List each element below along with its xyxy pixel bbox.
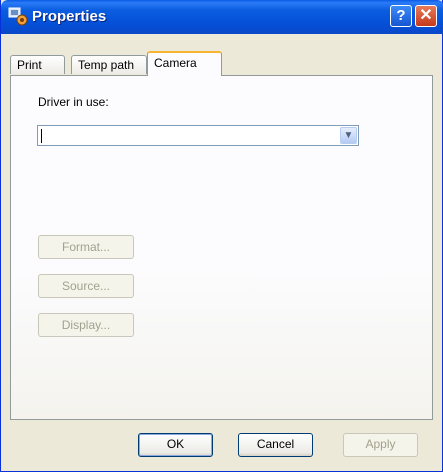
display-button[interactable]: Display... [38, 313, 134, 337]
tab-temp-path[interactable]: Temp path [71, 55, 147, 74]
chevron-down-icon[interactable]: ▼ [340, 127, 357, 144]
properties-dialog: Properties ? ✕ Print Temp path Camera Dr… [0, 0, 443, 472]
tab-print[interactable]: Print [10, 55, 65, 74]
apply-button[interactable]: Apply [343, 433, 418, 457]
close-button[interactable]: ✕ [415, 5, 437, 27]
title-bar[interactable]: Properties ? ✕ [1, 0, 443, 34]
format-button[interactable]: Format... [38, 235, 134, 259]
cancel-button[interactable]: Cancel [238, 433, 313, 457]
window-title: Properties [32, 8, 107, 25]
close-icon: ✕ [419, 7, 433, 24]
driver-in-use-label: Driver in use: [38, 95, 109, 109]
help-icon: ? [396, 7, 406, 24]
driver-combobox[interactable]: ▼ [37, 125, 359, 146]
help-button[interactable]: ? [390, 5, 412, 27]
source-button[interactable]: Source... [38, 274, 134, 298]
properties-app-icon [8, 7, 28, 26]
text-caret [41, 129, 42, 143]
ok-button[interactable]: OK [138, 433, 213, 457]
tab-camera[interactable]: Camera [147, 51, 222, 76]
